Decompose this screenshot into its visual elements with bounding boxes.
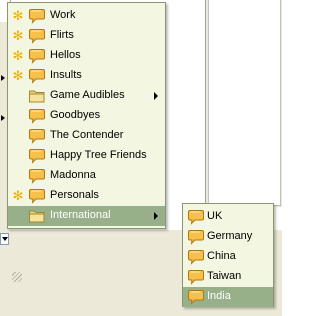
menu-item-the-contender[interactable]: The Contender [8,126,165,146]
speech-bubble-icon [187,249,205,265]
menu-item-label: Madonna [50,169,96,181]
new-star-icon: ✻ [12,28,24,43]
menu-item-label: UK [207,210,223,222]
dropdown-button[interactable] [0,233,9,245]
speech-bubble-icon [28,28,46,44]
menu-item-label: Hellos [50,49,81,61]
menu-item-madonna[interactable]: Madonna [8,166,165,186]
audibles-popup-menu: ✻ Work ✻ Flirts ✻ Hellos ✻ Insults Game Audibles… [7,2,166,229]
menu-item-hellos[interactable]: ✻ Hellos [8,46,165,66]
speech-bubble-icon [187,289,205,305]
menu-item-label: Flirts [50,29,74,41]
menu-item-flirts[interactable]: ✻ Flirts [8,26,165,46]
background-window-right [206,0,282,207]
menu-item-label: Insults [50,69,82,81]
menu-item-label: Goodbyes [50,109,101,121]
international-submenu: UK Germany China Taiwan India [182,203,274,307]
resize-grip[interactable] [12,272,22,282]
menu-item-goodbyes[interactable]: Goodbyes [8,106,165,126]
speech-bubble-icon [187,229,205,245]
speech-bubble-icon [28,148,46,164]
folder-icon [28,88,46,104]
menu-item-taiwan[interactable]: Taiwan [183,267,273,287]
folder-icon [28,208,46,224]
menu-item-personals[interactable]: ✻ Personals [8,186,165,206]
speech-bubble-icon [28,108,46,124]
menu-item-label: Happy Tree Friends [50,149,147,161]
new-star-icon: ✻ [12,188,24,203]
menu-item-label: China [207,250,236,262]
menu-item-germany[interactable]: Germany [183,227,273,247]
speech-bubble-icon [28,128,46,144]
left-arrow-icon [1,75,5,81]
new-star-icon: ✻ [12,68,24,83]
left-arrow-icon [1,115,5,121]
menu-item-label: Work [50,9,76,21]
menu-item-label: India [207,290,231,302]
menu-item-label: Personals [50,189,99,201]
menu-item-insults[interactable]: ✻ Insults [8,66,165,86]
submenu-arrow-icon [154,92,158,100]
background-list-panel [165,0,206,207]
speech-bubble-icon [28,168,46,184]
submenu-arrow-icon [154,212,158,220]
menu-item-game-audibles[interactable]: Game Audibles [8,86,165,106]
speech-bubble-icon [28,48,46,64]
speech-bubble-icon [187,209,205,225]
menu-item-label: Taiwan [207,270,242,282]
menu-item-work[interactable]: ✻ Work [8,6,165,26]
menu-item-uk[interactable]: UK [183,207,273,227]
speech-bubble-icon [28,188,46,204]
background-right-pane [208,0,281,206]
menu-item-china[interactable]: China [183,247,273,267]
menu-item-happy-tree-friends[interactable]: Happy Tree Friends [8,146,165,166]
new-star-icon: ✻ [12,8,24,23]
menu-item-label: Germany [207,230,253,242]
speech-bubble-icon [28,8,46,24]
speech-bubble-icon [187,269,205,285]
menu-item-label: International [50,209,111,221]
menu-item-india[interactable]: India [183,287,273,307]
menu-item-label: The Contender [50,129,124,141]
menu-item-international[interactable]: International [8,206,165,226]
new-star-icon: ✻ [12,48,24,63]
menu-item-label: Game Audibles [50,89,125,101]
speech-bubble-icon [28,68,46,84]
